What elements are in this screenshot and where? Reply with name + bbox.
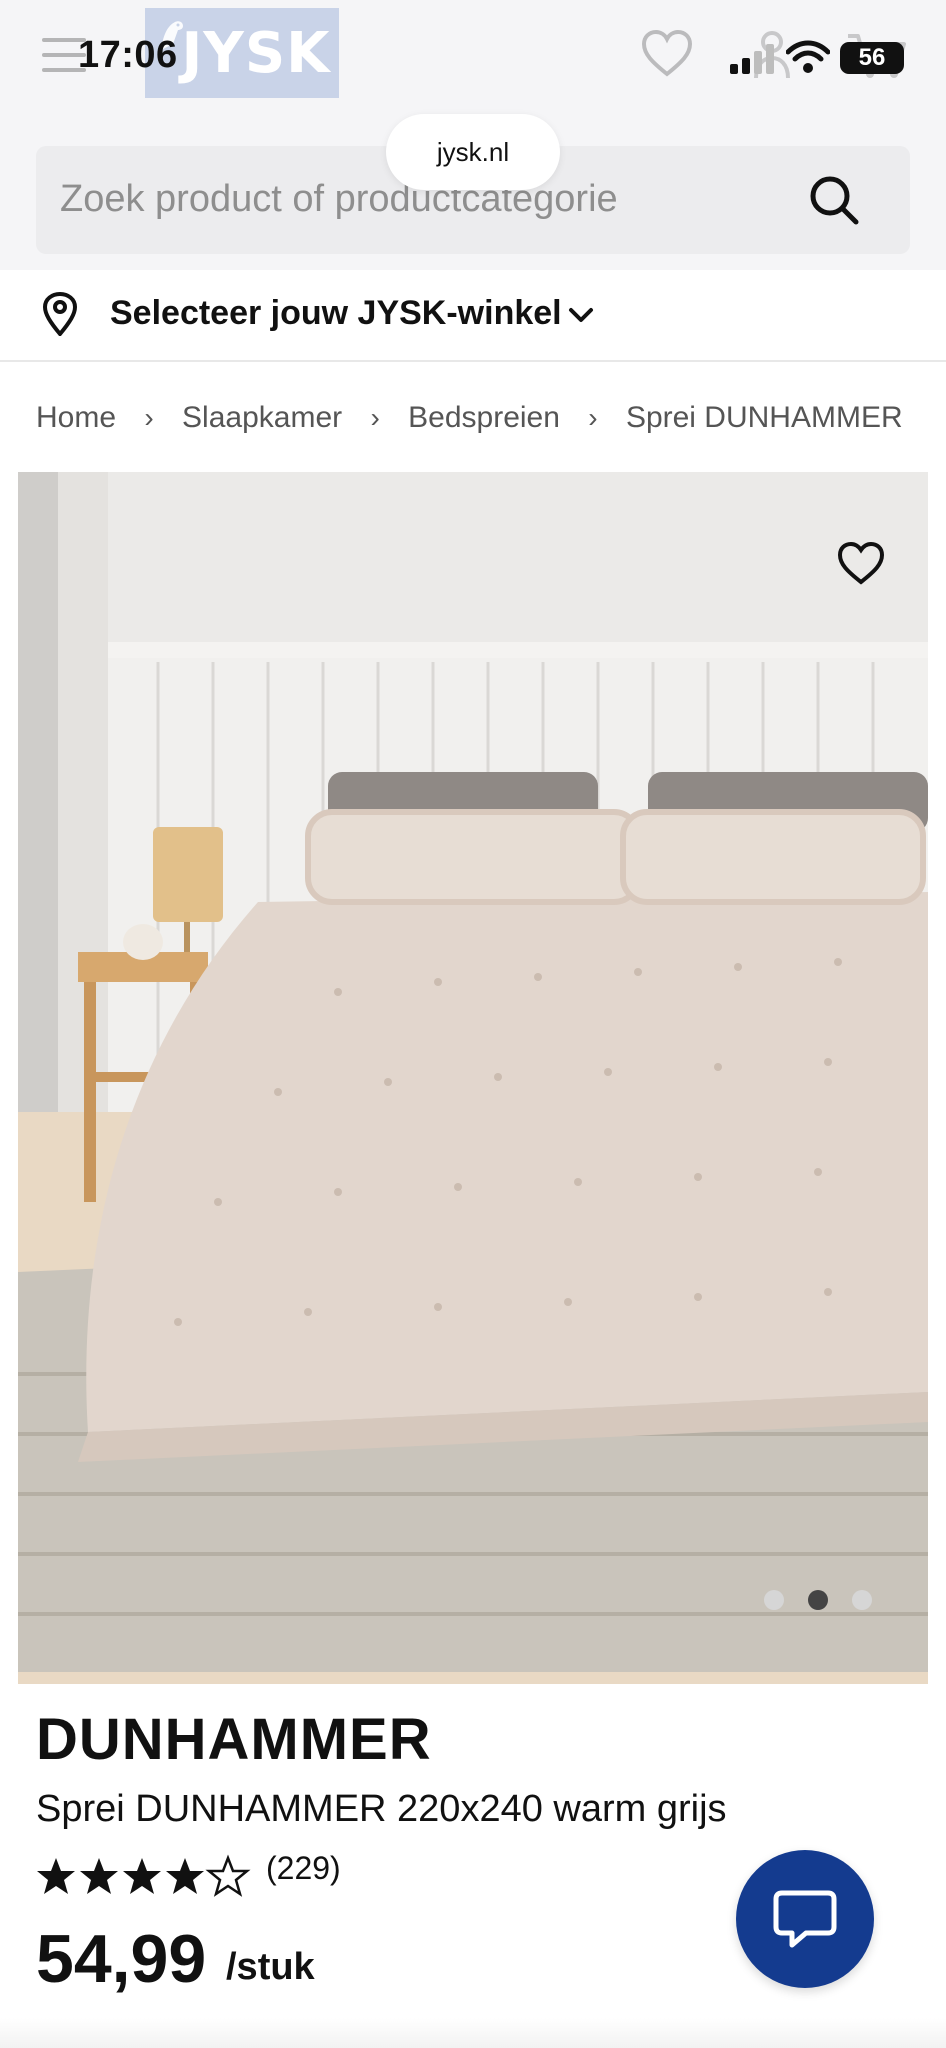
cellular-signal-icon xyxy=(730,44,774,74)
status-bar-time: 17:06 xyxy=(78,34,178,76)
breadcrumb: Home › Slaapkamer › Bedspreien › Sprei D… xyxy=(36,400,910,440)
product-brand: DUNHAMMER xyxy=(36,1707,432,1772)
star-icon xyxy=(123,1858,161,1894)
breadcrumb-bedspreien[interactable]: Bedspreien xyxy=(408,401,560,435)
bedroom-photo-illustration xyxy=(18,472,928,1684)
rating-stars[interactable] xyxy=(36,1852,256,1900)
image-wishlist-heart-icon[interactable] xyxy=(836,540,886,586)
carousel-indicator[interactable] xyxy=(764,1590,884,1614)
carousel-dot[interactable] xyxy=(764,1590,784,1610)
location-pin-icon xyxy=(42,292,78,336)
chevron-down-icon[interactable] xyxy=(566,300,596,330)
review-count[interactable]: (229) xyxy=(266,1850,341,1887)
carousel-dot-active[interactable] xyxy=(808,1590,828,1610)
search-icon[interactable] xyxy=(806,172,862,228)
wishlist-heart-icon[interactable] xyxy=(640,28,694,78)
product-image[interactable] xyxy=(18,472,928,1684)
breadcrumb-separator-icon: › xyxy=(370,402,380,434)
bottom-edge xyxy=(0,2018,946,2048)
carousel-dot[interactable] xyxy=(852,1590,872,1610)
breadcrumb-separator-icon: › xyxy=(144,402,154,434)
star-icon xyxy=(166,1858,204,1894)
store-selector-label[interactable]: Selecteer jouw JYSK-winkel xyxy=(110,294,562,333)
breadcrumb-separator-icon: › xyxy=(588,402,598,434)
wifi-icon xyxy=(786,40,830,73)
product-title: Sprei DUNHAMMER 220x240 warm grijs xyxy=(36,1788,727,1830)
chat-button[interactable] xyxy=(736,1850,874,1988)
star-icon xyxy=(37,1858,75,1894)
price-unit: /stuk xyxy=(226,1946,315,1988)
product-price: 54,99 xyxy=(36,1921,207,1997)
breadcrumb-slaapkamer[interactable]: Slaapkamer xyxy=(182,401,342,435)
chat-bubble-icon xyxy=(773,1890,837,1948)
star-icon xyxy=(80,1858,118,1894)
browser-url-pill[interactable]: jysk.nl xyxy=(386,114,560,190)
breadcrumb-current-product: Sprei DUNHAMMER 220x240 warm grijs xyxy=(625,401,910,435)
breadcrumb-home[interactable]: Home xyxy=(36,401,116,435)
battery-indicator: 56 xyxy=(840,42,904,74)
star-empty-icon xyxy=(205,1854,251,1897)
